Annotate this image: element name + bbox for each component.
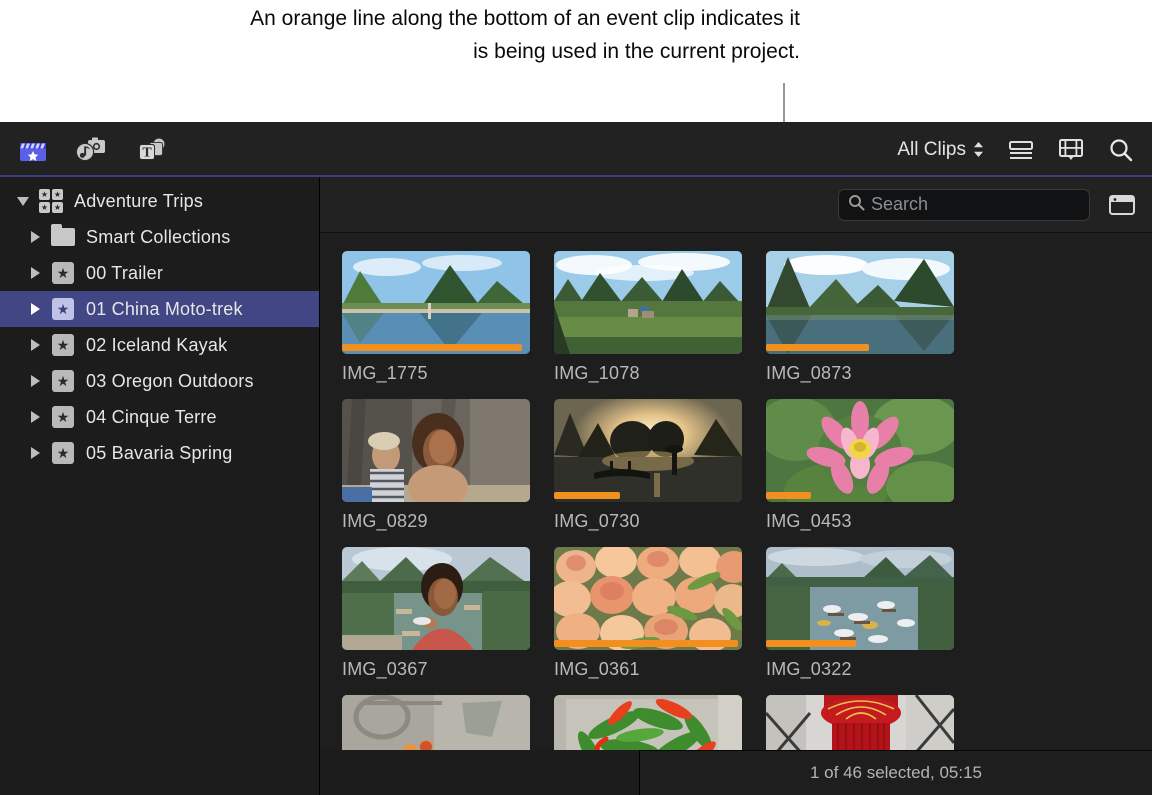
disclosure-triangle-icon[interactable] bbox=[22, 339, 48, 351]
sidebar-footer-spacer bbox=[320, 750, 640, 795]
clip-thumbnail[interactable] bbox=[342, 399, 530, 502]
clip-thumbnail[interactable] bbox=[766, 547, 954, 650]
libraries-icon[interactable] bbox=[18, 136, 48, 164]
sidebar-item-03-oregon-outdoors[interactable]: ★ 03 Oregon Outdoors bbox=[0, 363, 319, 399]
disclosure-triangle-icon[interactable] bbox=[22, 375, 48, 387]
clip-item[interactable]: IMG_0322 bbox=[766, 547, 978, 695]
sidebar-item-01-china-moto-trek[interactable]: ★ 01 China Moto-trek bbox=[0, 291, 319, 327]
sidebar-item-00-trailer[interactable]: ★ 00 Trailer bbox=[0, 255, 319, 291]
inspector-toggle-icon[interactable] bbox=[1108, 193, 1136, 217]
search-placeholder: Search bbox=[871, 194, 929, 214]
search-icon[interactable] bbox=[1108, 137, 1134, 163]
sidebar-item-label: 01 China Moto-trek bbox=[86, 298, 243, 319]
clip-thumbnail[interactable] bbox=[766, 399, 954, 502]
disclosure-triangle-icon[interactable] bbox=[22, 411, 48, 423]
annotation-caption: An orange line along the bottom of an ev… bbox=[250, 7, 800, 63]
project-use-indicator bbox=[554, 492, 620, 499]
clip-label: IMG_0367 bbox=[342, 659, 428, 679]
clip-thumbnail[interactable] bbox=[342, 547, 530, 650]
clip-item[interactable]: IMG_0453 bbox=[766, 399, 978, 547]
clip-item[interactable]: IMG_0367 bbox=[342, 547, 554, 695]
libraries-sidebar: ★ ★ ★ ★ Adventure Trips Smart Collections bbox=[0, 177, 320, 795]
final-cut-pro-window: T All Clips ★ ★ ★ ★ Adventure Trips Smar… bbox=[0, 122, 1152, 795]
project-use-indicator bbox=[766, 344, 870, 351]
sidebar-item-02-iceland-kayak[interactable]: ★ 02 Iceland Kayak bbox=[0, 327, 319, 363]
toolbar-view-controls: All Clips bbox=[897, 137, 1152, 163]
event-star-icon: ★ bbox=[48, 262, 78, 284]
clip-grid-area[interactable]: IMG_1775 IMG_1078 IMG_0873 IMG_0829 IMG_… bbox=[320, 233, 1152, 795]
app-toolbar: T All Clips bbox=[0, 122, 1152, 177]
event-star-icon: ★ bbox=[48, 334, 78, 356]
library-icon: ★ ★ ★ ★ bbox=[39, 189, 63, 213]
disclosure-triangle-icon[interactable] bbox=[22, 447, 48, 459]
search-icon bbox=[848, 194, 865, 216]
list-view-icon[interactable] bbox=[1008, 139, 1034, 161]
clip-thumbnail[interactable] bbox=[554, 251, 742, 354]
sidebar-item-label: 05 Bavaria Spring bbox=[86, 442, 233, 463]
clip-label: IMG_0361 bbox=[554, 659, 640, 679]
titles-generators-icon[interactable]: T bbox=[134, 136, 168, 164]
clip-thumbnail[interactable] bbox=[554, 399, 742, 502]
sidebar-item-label: 03 Oregon Outdoors bbox=[86, 370, 254, 391]
project-use-indicator bbox=[766, 492, 812, 499]
clip-label: IMG_0829 bbox=[342, 511, 428, 531]
event-star-icon: ★ bbox=[48, 406, 78, 428]
event-star-icon: ★ bbox=[48, 370, 78, 392]
sidebar-item-label: Adventure Trips bbox=[74, 190, 204, 211]
browser-header: Search bbox=[320, 177, 1152, 233]
clip-thumbnail[interactable] bbox=[554, 547, 742, 650]
screenshot-root: An orange line along the bottom of an ev… bbox=[0, 0, 1152, 795]
project-use-indicator bbox=[766, 640, 857, 647]
clip-label: IMG_0453 bbox=[766, 511, 852, 531]
disclosure-triangle-down-icon[interactable] bbox=[10, 196, 36, 206]
sidebar-item-adventure-trips[interactable]: ★ ★ ★ ★ Adventure Trips bbox=[0, 183, 319, 219]
sidebar-item-04-cinque-terre[interactable]: ★ 04 Cinque Terre bbox=[0, 399, 319, 435]
photos-audio-icon[interactable] bbox=[74, 136, 108, 164]
clip-filter-popup[interactable]: All Clips bbox=[897, 139, 984, 161]
clip-filter-label: All Clips bbox=[897, 138, 966, 160]
event-browser: Search IMG_1775 IMG_1078 IMG_0873 IMG_08… bbox=[320, 177, 1152, 795]
toolbar-sidebar-tabs: T bbox=[0, 136, 168, 164]
clip-item[interactable]: IMG_0361 bbox=[554, 547, 766, 695]
chevron-updown-icon bbox=[973, 141, 984, 158]
filmstrip-view-icon[interactable] bbox=[1058, 138, 1084, 162]
clip-item[interactable]: IMG_0829 bbox=[342, 399, 554, 547]
clip-label: IMG_1078 bbox=[554, 363, 640, 383]
clip-thumbnail[interactable] bbox=[766, 251, 954, 354]
event-star-icon: ★ bbox=[48, 298, 78, 320]
status-text: 1 of 46 selected, 05:15 bbox=[809, 763, 983, 782]
event-star-icon: ★ bbox=[48, 442, 78, 464]
clip-item[interactable]: IMG_1775 bbox=[342, 251, 554, 399]
clip-thumbnail[interactable] bbox=[342, 251, 530, 354]
disclosure-triangle-icon[interactable] bbox=[22, 231, 48, 243]
clip-item[interactable]: IMG_0873 bbox=[766, 251, 978, 399]
svg-text:T: T bbox=[142, 145, 152, 160]
search-input[interactable]: Search bbox=[838, 188, 1090, 221]
status-bar: 1 of 46 selected, 05:15 bbox=[640, 750, 1152, 795]
clip-label: IMG_0322 bbox=[766, 659, 852, 679]
sidebar-item-label: 00 Trailer bbox=[86, 262, 164, 283]
project-use-indicator bbox=[554, 640, 739, 647]
sidebar-item-label: Smart Collections bbox=[86, 226, 231, 247]
main-split: ★ ★ ★ ★ Adventure Trips Smart Collections bbox=[0, 177, 1152, 795]
clip-label: IMG_0730 bbox=[554, 511, 640, 531]
sidebar-item-05-bavaria-spring[interactable]: ★ 05 Bavaria Spring bbox=[0, 435, 319, 471]
clip-item[interactable]: IMG_1078 bbox=[554, 251, 766, 399]
sidebar-item-smart-collections[interactable]: Smart Collections bbox=[0, 219, 319, 255]
sidebar-item-label: 02 Iceland Kayak bbox=[86, 334, 228, 355]
disclosure-triangle-icon[interactable] bbox=[22, 303, 48, 315]
disclosure-triangle-icon[interactable] bbox=[22, 267, 48, 279]
clip-item[interactable]: IMG_0730 bbox=[554, 399, 766, 547]
clip-grid: IMG_1775 IMG_1078 IMG_0873 IMG_0829 IMG_… bbox=[342, 251, 1152, 795]
sidebar-item-label: 04 Cinque Terre bbox=[86, 406, 217, 427]
clip-label: IMG_0873 bbox=[766, 363, 852, 383]
clip-label: IMG_1775 bbox=[342, 363, 428, 383]
folder-icon bbox=[48, 224, 78, 246]
project-use-indicator bbox=[342, 344, 523, 351]
